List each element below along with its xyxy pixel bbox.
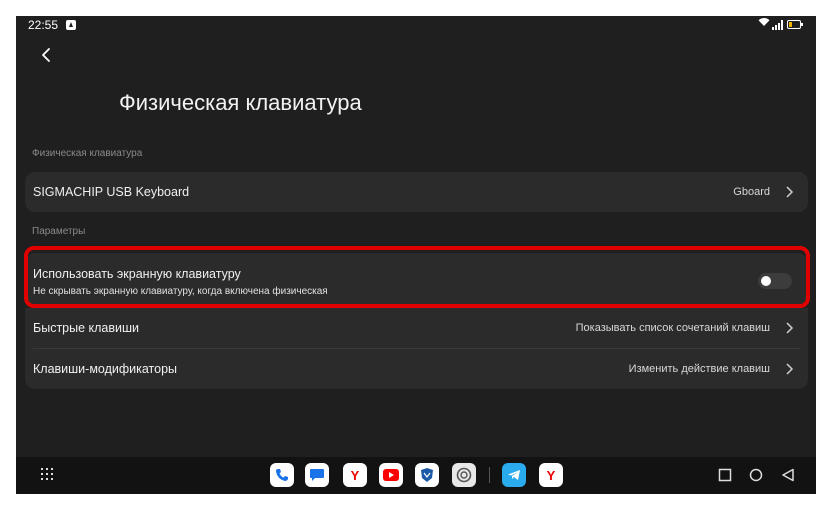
modifier-keys-label: Клавиши-модификаторы — [33, 362, 178, 376]
dock-separator — [489, 467, 490, 483]
shortcuts-row[interactable]: Быстрые клавиши Показывать список сочета… — [25, 308, 808, 348]
messages-app-icon[interactable] — [305, 463, 329, 487]
back-arrow-icon[interactable] — [36, 44, 58, 66]
chevron-right-icon — [784, 362, 794, 376]
keyboard-device-row[interactable]: SIGMACHIP USB Keyboard Gboard — [25, 172, 808, 212]
keyboard-card: SIGMACHIP USB Keyboard Gboard — [25, 172, 808, 212]
gosuslugi-app-icon[interactable] — [415, 463, 439, 487]
battery-icon — [787, 20, 803, 29]
app-drawer-icon[interactable] — [41, 468, 55, 482]
home-icon[interactable] — [749, 468, 763, 482]
chevron-right-icon — [784, 321, 794, 335]
onscreen-keyboard-description: Не скрывать экранную клавиатуру, когда в… — [33, 286, 328, 297]
params-card: Использовать экранную клавиатуру Не скры… — [25, 253, 808, 307]
toggle-knob — [761, 276, 771, 286]
settings-app-icon[interactable] — [452, 463, 476, 487]
wifi-icon — [758, 17, 770, 30]
youtube-app-icon[interactable] — [379, 463, 403, 487]
navigation-bar: Y Y — [16, 457, 816, 494]
phone-app-icon[interactable] — [270, 463, 294, 487]
notification-icon — [66, 20, 76, 30]
telegram-app-icon[interactable] — [502, 463, 526, 487]
modifier-keys-row[interactable]: Клавиши-модификаторы Изменить действие к… — [25, 349, 808, 389]
device-screen: 22:55 Физическая клавиатура Физическая к… — [16, 16, 816, 494]
recent-apps-icon[interactable] — [718, 468, 732, 482]
section-label-keyboard: Физическая клавиатура — [32, 148, 143, 159]
keyboard-layout-value: Gboard — [733, 186, 770, 198]
shortcuts-value: Показывать список сочетаний клавиш — [575, 322, 770, 334]
shortcuts-card: Быстрые клавиши Показывать список сочета… — [25, 308, 808, 389]
section-label-params: Параметры — [32, 226, 86, 237]
keyboard-device-label: SIGMACHIP USB Keyboard — [33, 185, 190, 199]
modifier-keys-value: Изменить действие клавиш — [628, 363, 770, 375]
onscreen-keyboard-toggle[interactable] — [758, 273, 792, 289]
status-bar: 22:55 — [16, 16, 816, 34]
yandex-app-icon[interactable]: Y — [539, 463, 563, 487]
signal-icon — [772, 20, 784, 30]
yandex-browser-app-icon[interactable]: Y — [343, 463, 367, 487]
onscreen-keyboard-row[interactable]: Использовать экранную клавиатуру Не скры… — [25, 253, 808, 307]
page-title: Физическая клавиатура — [119, 90, 362, 115]
onscreen-keyboard-label: Использовать экранную клавиатуру — [33, 267, 241, 281]
chevron-right-icon — [784, 185, 794, 199]
status-time: 22:55 — [28, 18, 59, 32]
shortcuts-label: Быстрые клавиши — [33, 321, 140, 335]
back-nav-icon[interactable] — [781, 468, 795, 482]
